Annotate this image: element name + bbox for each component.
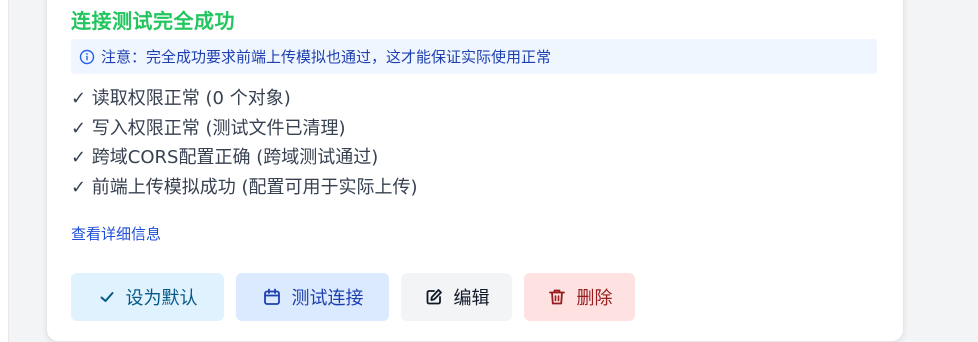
delete-button[interactable]: 删除 <box>524 273 635 321</box>
check-item-upload: ✓ 前端上传模拟成功 (配置可用于实际上传) <box>71 176 418 198</box>
notice-banner: 注意：完全成功要求前端上传模拟也通过，这才能保证实际使用正常 <box>71 39 877 74</box>
delete-label: 删除 <box>576 288 613 309</box>
check-item-cors: ✓ 跨域CORS配置正确 (跨域测试通过) <box>71 147 379 168</box>
edit-button[interactable]: 编辑 <box>401 273 512 321</box>
edit-label: 编辑 <box>453 288 490 309</box>
calendar-icon <box>263 288 280 305</box>
action-bar: 设为默认 测试连接 编辑 删除 <box>71 273 635 321</box>
edit-icon <box>426 289 442 305</box>
check-item-read: ✓ 读取权限正常 (0 个对象) <box>71 88 291 109</box>
test-connection-button[interactable]: 测试连接 <box>236 273 389 321</box>
check-icon <box>100 292 113 302</box>
notice-text: 注意：完全成功要求前端上传模拟也通过，这才能保证实际使用正常 <box>101 48 552 66</box>
left-panel-edge <box>0 0 9 342</box>
set-default-label: 设为默认 <box>125 288 198 309</box>
view-details-link[interactable]: 查看详细信息 <box>71 223 161 244</box>
info-circle-icon <box>79 49 95 65</box>
storage-config-card: 连接测试完全成功 注意：完全成功要求前端上传模拟也通过，这才能保证实际使用正常 … <box>46 0 904 342</box>
trash-icon <box>548 289 565 305</box>
test-connection-label: 测试连接 <box>291 288 364 309</box>
test-result-title: 连接测试完全成功 <box>71 9 235 33</box>
check-item-write: ✓ 写入权限正常 (测试文件已清理) <box>71 117 346 139</box>
check-list: ✓ 读取权限正常 (0 个对象) ✓ 写入权限正常 (测试文件已清理) ✓ 跨域… <box>71 84 418 202</box>
set-default-button[interactable]: 设为默认 <box>71 273 224 321</box>
